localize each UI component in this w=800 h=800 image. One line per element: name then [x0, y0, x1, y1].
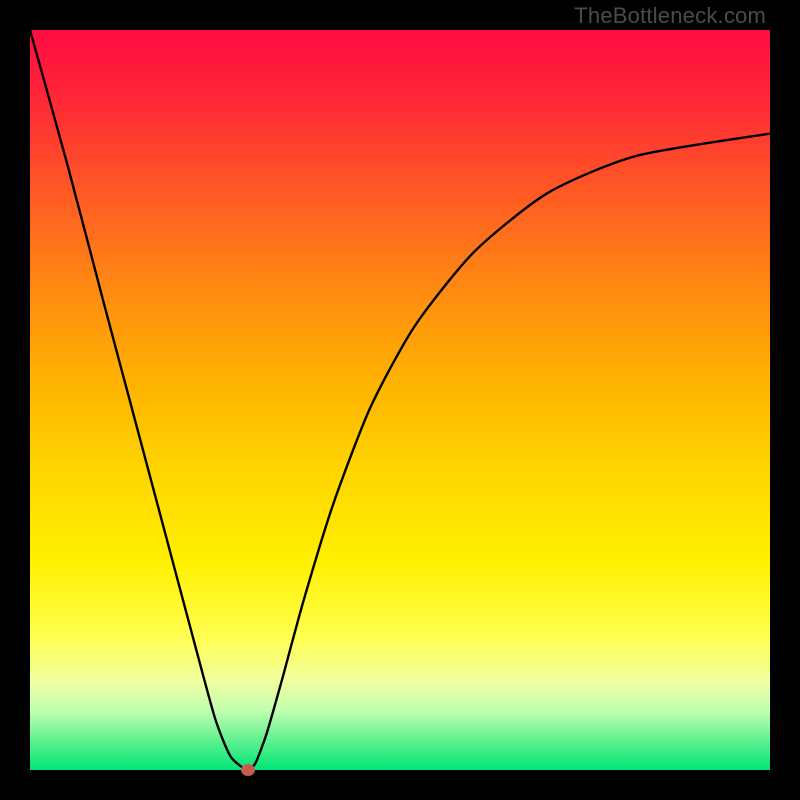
- curve-svg: [30, 30, 770, 770]
- bottleneck-curve-path: [30, 30, 770, 770]
- minimum-marker-icon: [241, 764, 255, 776]
- chart-frame: TheBottleneck.com: [0, 0, 800, 800]
- watermark-text: TheBottleneck.com: [574, 3, 766, 29]
- plot-area: [30, 30, 770, 770]
